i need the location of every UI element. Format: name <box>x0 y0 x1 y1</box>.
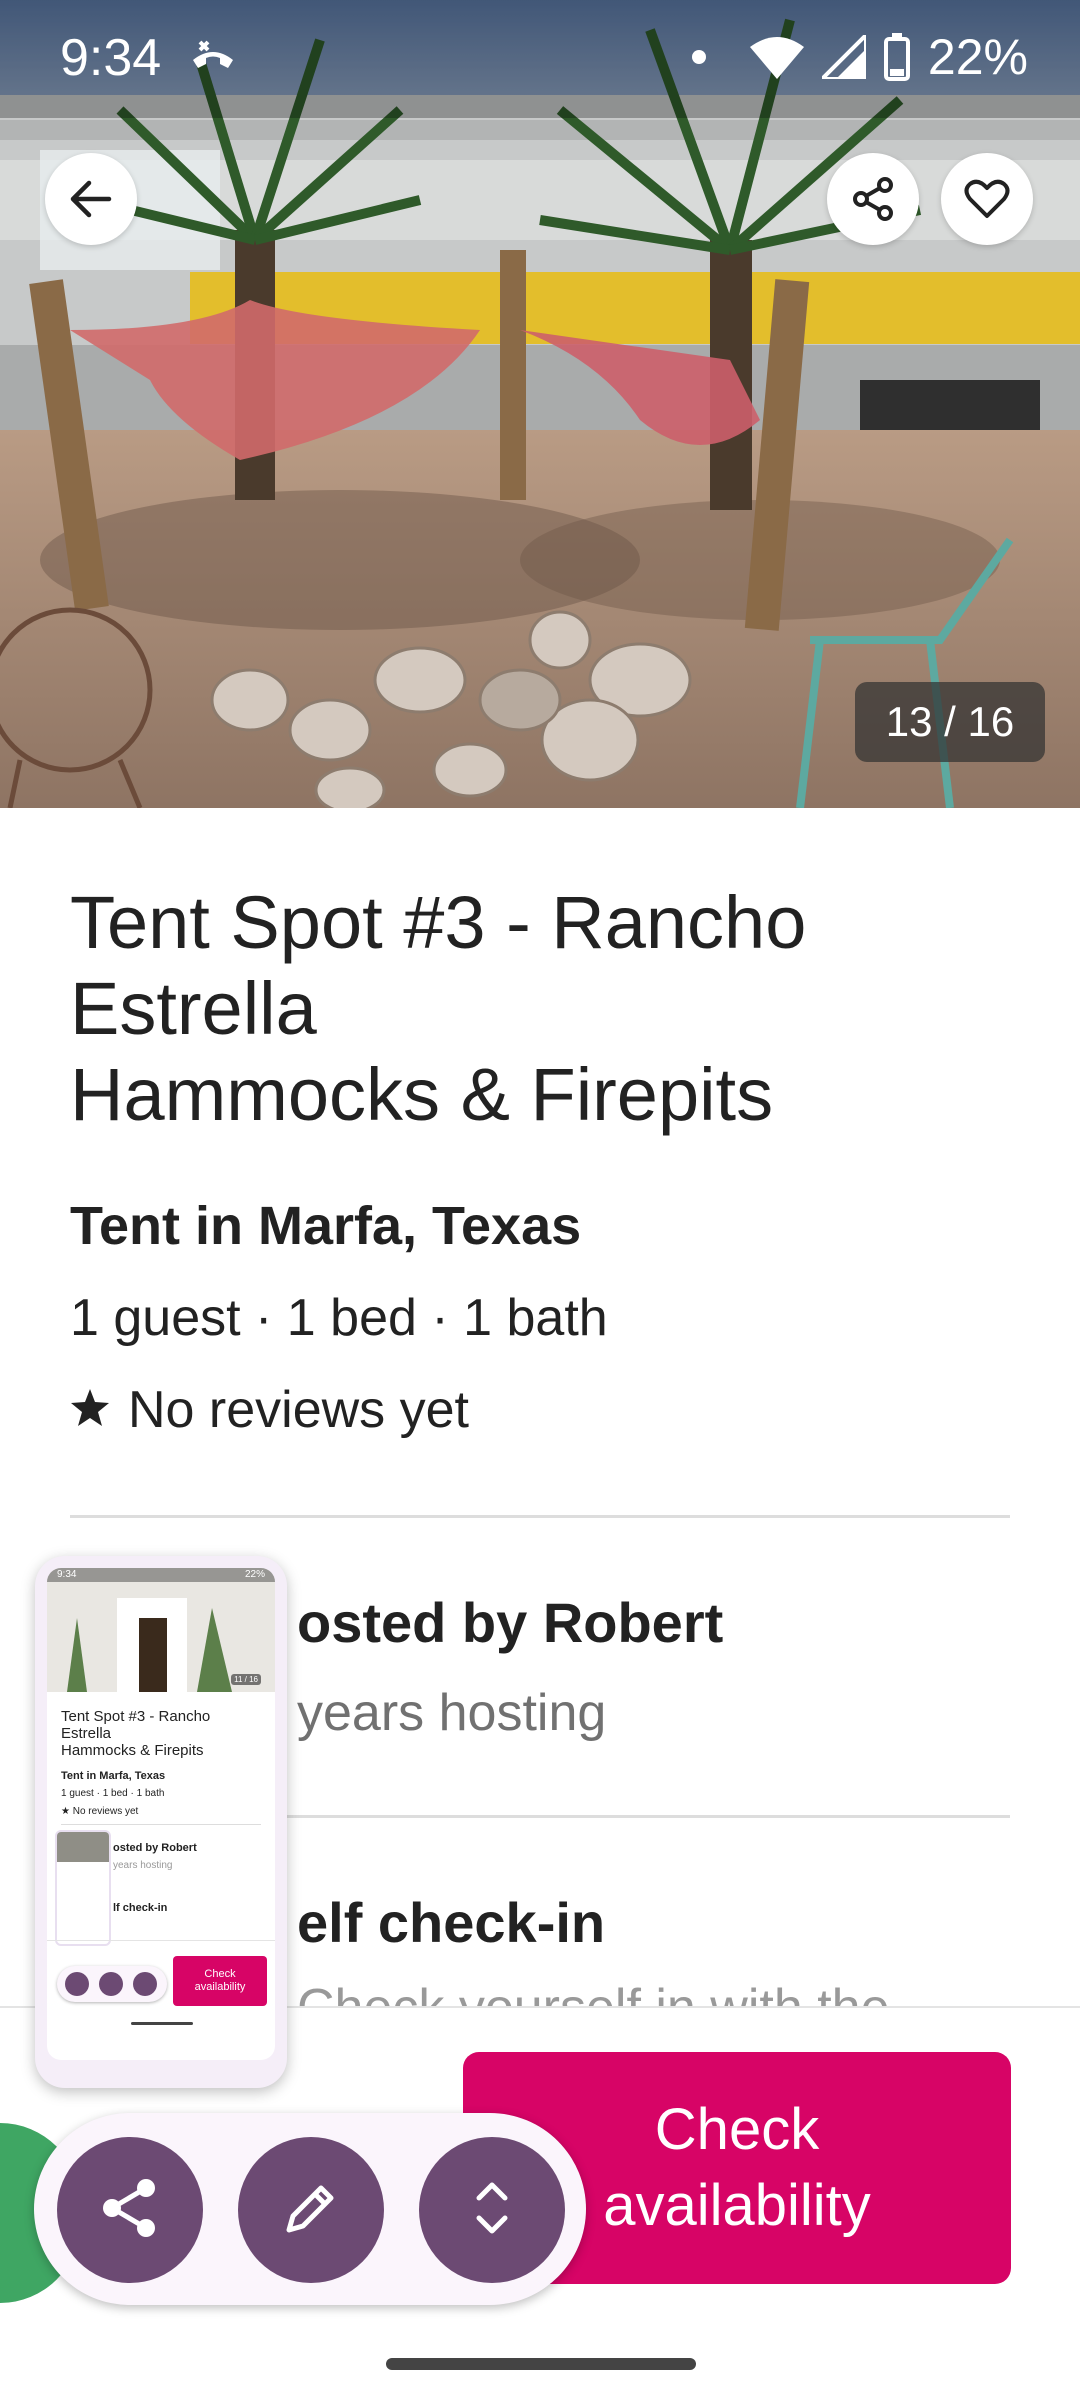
listing-title-line: Estrella <box>70 967 317 1050</box>
thumbnail-divider <box>61 1824 261 1825</box>
thumbnail-expand-fab <box>133 1972 157 1996</box>
screenshot-preview[interactable]: 9:34 22% 11 / 16 Tent Spot #3 - Rancho E… <box>35 1556 287 2088</box>
listing-photo[interactable]: 9:34 22% 13 / 16 <box>0 0 1080 808</box>
checkin-title-text: elf check-in <box>297 1891 606 1954</box>
thumbnail-home-indicator <box>131 2022 193 2025</box>
host-subtitle-text: years hosting <box>297 1684 607 1742</box>
thumbnail-action-pill <box>57 1966 167 2002</box>
wifi-icon <box>749 35 804 79</box>
battery-icon <box>883 33 910 81</box>
thumbnail-facts: 1 guest · 1 bed · 1 bath <box>61 1788 165 1799</box>
listing-facts: 1 guest · 1 bed · 1 bath <box>70 1289 608 1347</box>
battery-percent: 22% <box>927 29 1028 85</box>
thumbnail-title: Tent Spot #3 - Rancho Estrella Hammocks … <box>61 1708 210 1759</box>
status-bar: 9:34 22% <box>0 0 1080 118</box>
share-screenshot-button[interactable] <box>57 2137 203 2283</box>
pencil-icon <box>281 2178 341 2243</box>
thumbnail-battery: 22% <box>244 1569 265 1580</box>
thumbnail-booking-bar <box>47 1940 275 1941</box>
notification-dot-icon <box>691 50 706 64</box>
listing-subtitle: Tent in Marfa, Texas <box>70 1196 582 1256</box>
thumbnail-time: 9:34 <box>57 1569 77 1580</box>
reviews-label: No reviews yet <box>128 1381 469 1439</box>
expand-screenshot-button[interactable] <box>419 2137 565 2283</box>
expand-vertical-icon <box>467 2176 517 2245</box>
listing-title: Tent Spot #3 - Rancho Estrella Hammocks … <box>70 880 1010 1138</box>
divider <box>70 1515 1010 1518</box>
thumbnail-share-fab <box>65 1972 89 1996</box>
thumbnail-check-label: Check availability <box>194 1968 246 1993</box>
thumbnail-subtitle: Tent in Marfa, Texas <box>61 1770 166 1782</box>
listing-header: Tent Spot #3 - Rancho Estrella Hammocks … <box>70 880 1010 1138</box>
thumbnail-nested-photo <box>57 1832 109 1862</box>
thumbnail-nested-preview <box>55 1830 111 1946</box>
status-indicators: 22% <box>691 28 1028 86</box>
star-icon <box>70 1380 110 1440</box>
phone-icon <box>188 38 238 78</box>
share-button[interactable] <box>827 153 919 245</box>
thumbnail-title-line: Tent Spot #3 - Rancho <box>61 1708 211 1725</box>
signal-icon <box>821 35 866 79</box>
thumbnail-counter: 11 / 16 <box>231 1674 261 1685</box>
edit-screenshot-button[interactable] <box>238 2137 384 2283</box>
checkin-title: elf check-in <box>297 1890 605 1955</box>
listing-title-line: Tent Spot #3 - Rancho <box>70 881 807 964</box>
host-title-text: osted by Robert <box>297 1591 724 1654</box>
thumbnail-host-title: osted by Robert <box>113 1842 197 1854</box>
thumbnail-reviews: ★ No reviews yet <box>61 1806 139 1817</box>
status-time: 9:34 <box>60 29 162 87</box>
home-indicator[interactable] <box>386 2358 696 2370</box>
photo-counter: 13 / 16 <box>855 682 1045 762</box>
back-button[interactable] <box>45 153 137 245</box>
thumbnail-reviews-text: No reviews yet <box>72 1806 139 1817</box>
screenshot-preview-content: 9:34 22% 11 / 16 Tent Spot #3 - Rancho E… <box>47 1568 275 2060</box>
host-title: osted by Robert <box>297 1590 723 1655</box>
share-icon <box>98 2176 162 2245</box>
arrow-left-icon <box>69 177 113 221</box>
checkin-description: Check yourself in with the <box>297 1978 1010 2008</box>
share-icon <box>851 177 895 221</box>
heart-icon <box>964 178 1010 220</box>
checkin-description-text: Check yourself in with the <box>297 1979 890 2008</box>
save-button[interactable] <box>941 153 1033 245</box>
thumbnail-checkin-title: lf check-in <box>113 1902 168 1914</box>
thumbnail-host-sub: years hosting <box>113 1860 173 1871</box>
check-availability-label: Check availability <box>603 2097 871 2238</box>
thumbnail-title-line: Estrella <box>61 1725 112 1742</box>
listing-title-line: Hammocks & Firepits <box>70 1053 774 1136</box>
thumbnail-title-line: Hammocks & Firepits <box>61 1742 204 1759</box>
reviews-summary[interactable]: No reviews yet <box>70 1380 469 1440</box>
thumbnail-check-button: Check availability <box>173 1956 267 2006</box>
host-subtitle: years hosting <box>297 1683 606 1743</box>
thumbnail-edit-fab <box>99 1972 123 1996</box>
